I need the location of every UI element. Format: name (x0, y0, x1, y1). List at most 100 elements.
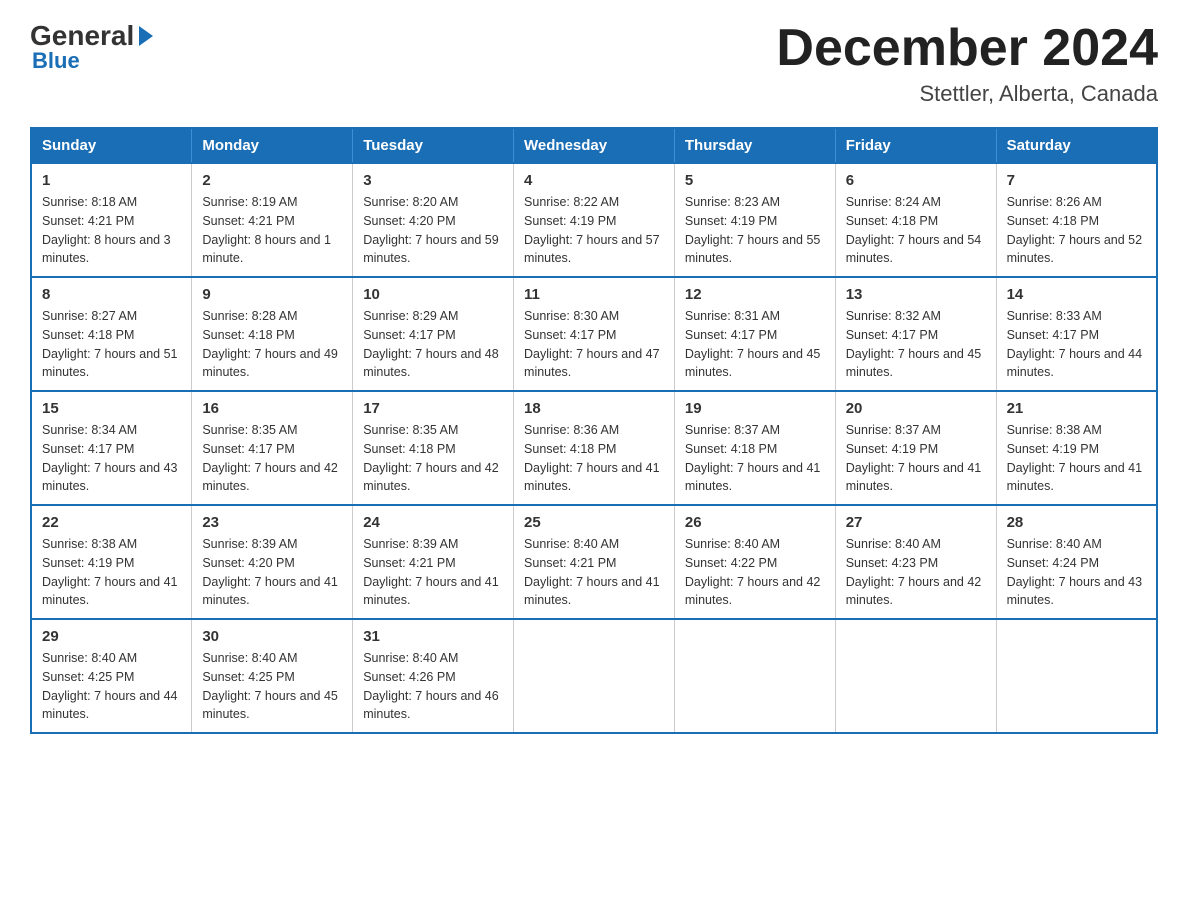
week-row-2: 8Sunrise: 8:27 AMSunset: 4:18 PMDaylight… (31, 277, 1157, 391)
calendar-cell: 2Sunrise: 8:19 AMSunset: 4:21 PMDaylight… (192, 163, 353, 277)
day-number: 15 (42, 400, 181, 417)
calendar-cell (514, 619, 675, 733)
day-number: 5 (685, 172, 825, 189)
day-info: Sunrise: 8:39 AMSunset: 4:20 PMDaylight:… (202, 535, 342, 610)
day-info: Sunrise: 8:40 AMSunset: 4:23 PMDaylight:… (846, 535, 986, 610)
header-day-saturday: Saturday (996, 128, 1157, 163)
day-info: Sunrise: 8:28 AMSunset: 4:18 PMDaylight:… (202, 307, 342, 382)
month-title: December 2024 (776, 20, 1158, 77)
calendar-cell: 16 Sunrise: 8:35 AMSunset: 4:17 PMDayligh… (192, 391, 353, 505)
day-number: 17 (363, 400, 503, 417)
calendar-cell: 28Sunrise: 8:40 AMSunset: 4:24 PMDayligh… (996, 505, 1157, 619)
calendar-cell: 17 Sunrise: 8:35 AMSunset: 4:18 PMDayligh… (353, 391, 514, 505)
day-number: 1 (42, 172, 181, 189)
calendar-cell: 20 Sunrise: 8:37 AMSunset: 4:19 PMDayligh… (835, 391, 996, 505)
logo: General Blue (30, 20, 156, 74)
calendar-cell: 4 Sunrise: 8:22 AMSunset: 4:19 PMDaylight… (514, 163, 675, 277)
calendar-cell: 26Sunrise: 8:40 AMSunset: 4:22 PMDayligh… (674, 505, 835, 619)
day-info: Sunrise: 8:40 AMSunset: 4:21 PMDaylight:… (524, 535, 664, 610)
calendar-cell: 21Sunrise: 8:38 AMSunset: 4:19 PMDayligh… (996, 391, 1157, 505)
day-number: 13 (846, 286, 986, 303)
calendar-cell: 15 Sunrise: 8:34 AMSunset: 4:17 PMDayligh… (31, 391, 192, 505)
week-row-3: 15 Sunrise: 8:34 AMSunset: 4:17 PMDayligh… (31, 391, 1157, 505)
calendar-cell: 14 Sunrise: 8:33 AMSunset: 4:17 PMDayligh… (996, 277, 1157, 391)
calendar-cell: 3 Sunrise: 8:20 AMSunset: 4:20 PMDaylight… (353, 163, 514, 277)
day-number: 30 (202, 628, 342, 645)
day-info: Sunrise: 8:37 AMSunset: 4:18 PMDaylight:… (685, 421, 825, 496)
day-info: Sunrise: 8:23 AMSunset: 4:19 PMDaylight:… (685, 193, 825, 268)
day-number: 24 (363, 514, 503, 531)
day-number: 29 (42, 628, 181, 645)
day-info: Sunrise: 8:40 AMSunset: 4:26 PMDaylight:… (363, 649, 503, 724)
day-number: 7 (1007, 172, 1146, 189)
calendar-cell: 10Sunrise: 8:29 AMSunset: 4:17 PMDayligh… (353, 277, 514, 391)
day-info: Sunrise: 8:40 AMSunset: 4:24 PMDaylight:… (1007, 535, 1146, 610)
day-info: Sunrise: 8:35 AMSunset: 4:17 PMDaylight:… (202, 421, 342, 496)
header-row: SundayMondayTuesdayWednesdayThursdayFrid… (31, 128, 1157, 163)
day-number: 3 (363, 172, 503, 189)
calendar-cell: 18 Sunrise: 8:36 AMSunset: 4:18 PMDayligh… (514, 391, 675, 505)
calendar-cell: 24 Sunrise: 8:39 AMSunset: 4:21 PMDayligh… (353, 505, 514, 619)
day-number: 16 (202, 400, 342, 417)
calendar-cell: 31 Sunrise: 8:40 AMSunset: 4:26 PMDayligh… (353, 619, 514, 733)
day-info: Sunrise: 8:31 AMSunset: 4:17 PMDaylight:… (685, 307, 825, 382)
day-number: 27 (846, 514, 986, 531)
day-info: Sunrise: 8:39 AMSunset: 4:21 PMDaylight:… (363, 535, 503, 610)
day-number: 26 (685, 514, 825, 531)
header-day-monday: Monday (192, 128, 353, 163)
day-number: 14 (1007, 286, 1146, 303)
day-number: 31 (363, 628, 503, 645)
calendar-cell: 27 Sunrise: 8:40 AMSunset: 4:23 PMDayligh… (835, 505, 996, 619)
header-day-thursday: Thursday (674, 128, 835, 163)
week-row-1: 1Sunrise: 8:18 AMSunset: 4:21 PMDaylight… (31, 163, 1157, 277)
calendar-cell: 5 Sunrise: 8:23 AMSunset: 4:19 PMDaylight… (674, 163, 835, 277)
day-info: Sunrise: 8:37 AMSunset: 4:19 PMDaylight:… (846, 421, 986, 496)
calendar-header: SundayMondayTuesdayWednesdayThursdayFrid… (31, 128, 1157, 163)
calendar-table: SundayMondayTuesdayWednesdayThursdayFrid… (30, 127, 1158, 734)
day-info: Sunrise: 8:38 AMSunset: 4:19 PMDaylight:… (42, 535, 181, 610)
calendar-cell: 30 Sunrise: 8:40 AMSunset: 4:25 PMDayligh… (192, 619, 353, 733)
day-info: Sunrise: 8:36 AMSunset: 4:18 PMDaylight:… (524, 421, 664, 496)
day-number: 19 (685, 400, 825, 417)
day-number: 25 (524, 514, 664, 531)
day-info: Sunrise: 8:30 AMSunset: 4:17 PMDaylight:… (524, 307, 664, 382)
day-info: Sunrise: 8:40 AMSunset: 4:25 PMDaylight:… (202, 649, 342, 724)
page-header: General Blue December 2024 Stettler, Alb… (30, 20, 1158, 107)
day-info: Sunrise: 8:20 AMSunset: 4:20 PMDaylight:… (363, 193, 503, 268)
calendar-cell: 8Sunrise: 8:27 AMSunset: 4:18 PMDaylight… (31, 277, 192, 391)
day-number: 4 (524, 172, 664, 189)
day-number: 2 (202, 172, 342, 189)
header-day-tuesday: Tuesday (353, 128, 514, 163)
day-info: Sunrise: 8:33 AMSunset: 4:17 PMDaylight:… (1007, 307, 1146, 382)
day-number: 6 (846, 172, 986, 189)
day-number: 18 (524, 400, 664, 417)
calendar-cell (835, 619, 996, 733)
day-info: Sunrise: 8:26 AMSunset: 4:18 PMDaylight:… (1007, 193, 1146, 268)
day-info: Sunrise: 8:22 AMSunset: 4:19 PMDaylight:… (524, 193, 664, 268)
calendar-cell: 29 Sunrise: 8:40 AMSunset: 4:25 PMDayligh… (31, 619, 192, 733)
calendar-cell (996, 619, 1157, 733)
week-row-5: 29 Sunrise: 8:40 AMSunset: 4:25 PMDayligh… (31, 619, 1157, 733)
logo-blue: Blue (30, 48, 80, 74)
logo-arrow-icon (139, 26, 153, 46)
day-info: Sunrise: 8:27 AMSunset: 4:18 PMDaylight:… (42, 307, 181, 382)
day-info: Sunrise: 8:24 AMSunset: 4:18 PMDaylight:… (846, 193, 986, 268)
day-number: 23 (202, 514, 342, 531)
day-info: Sunrise: 8:35 AMSunset: 4:18 PMDaylight:… (363, 421, 503, 496)
day-number: 20 (846, 400, 986, 417)
calendar-cell: 22Sunrise: 8:38 AMSunset: 4:19 PMDayligh… (31, 505, 192, 619)
calendar-cell: 19 Sunrise: 8:37 AMSunset: 4:18 PMDayligh… (674, 391, 835, 505)
header-day-friday: Friday (835, 128, 996, 163)
day-info: Sunrise: 8:40 AMSunset: 4:25 PMDaylight:… (42, 649, 181, 724)
day-number: 21 (1007, 400, 1146, 417)
calendar-cell: 9Sunrise: 8:28 AMSunset: 4:18 PMDaylight… (192, 277, 353, 391)
week-row-4: 22Sunrise: 8:38 AMSunset: 4:19 PMDayligh… (31, 505, 1157, 619)
day-info: Sunrise: 8:32 AMSunset: 4:17 PMDaylight:… (846, 307, 986, 382)
day-info: Sunrise: 8:34 AMSunset: 4:17 PMDaylight:… (42, 421, 181, 496)
calendar-cell (674, 619, 835, 733)
calendar-cell: 11Sunrise: 8:30 AMSunset: 4:17 PMDayligh… (514, 277, 675, 391)
calendar-cell: 13 Sunrise: 8:32 AMSunset: 4:17 PMDayligh… (835, 277, 996, 391)
calendar-cell: 7 Sunrise: 8:26 AMSunset: 4:18 PMDaylight… (996, 163, 1157, 277)
header-day-wednesday: Wednesday (514, 128, 675, 163)
day-info: Sunrise: 8:29 AMSunset: 4:17 PMDaylight:… (363, 307, 503, 382)
